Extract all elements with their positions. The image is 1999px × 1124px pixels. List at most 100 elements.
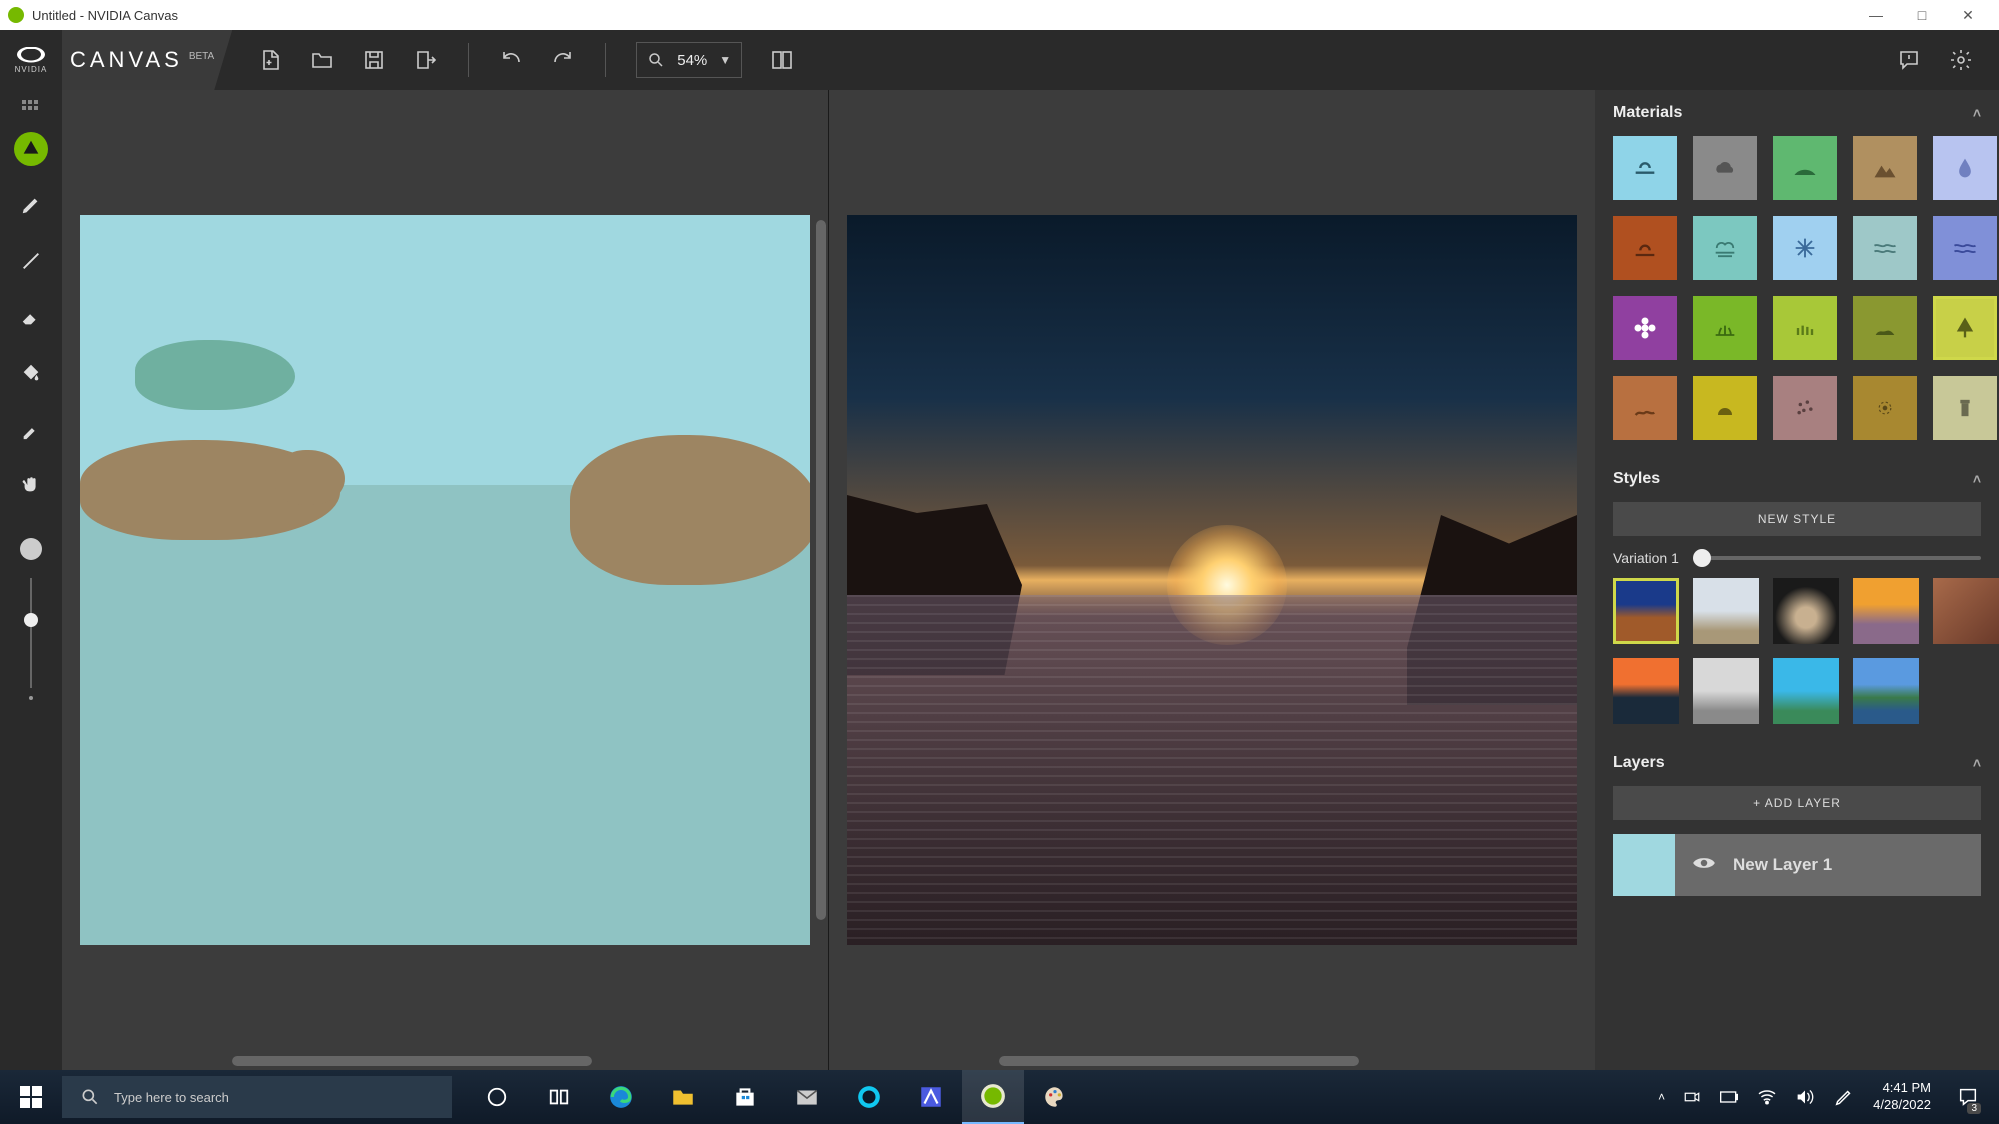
chevron-down-icon: ▼ bbox=[719, 53, 731, 67]
task-cortana-icon[interactable] bbox=[466, 1070, 528, 1124]
material-fog[interactable] bbox=[1693, 216, 1757, 280]
material-mountain[interactable] bbox=[1853, 136, 1917, 200]
chevron-up-icon: ˄ bbox=[1973, 755, 1981, 771]
main-toolbar: NVIDIA CANVAS BETA 54% ▼ bbox=[0, 30, 1999, 90]
material-flower[interactable] bbox=[1613, 296, 1677, 360]
material-gravel[interactable] bbox=[1773, 376, 1837, 440]
material-picker-tool[interactable] bbox=[14, 132, 48, 166]
layer-row[interactable]: New Layer 1 bbox=[1613, 834, 1981, 896]
material-hill[interactable] bbox=[1773, 136, 1837, 200]
fill-tool[interactable] bbox=[14, 356, 48, 390]
zoom-value: 54% bbox=[677, 52, 707, 69]
clock-time: 4:41 PM bbox=[1873, 1080, 1931, 1097]
brush-size-small-icon bbox=[29, 696, 33, 700]
line-tool[interactable] bbox=[14, 244, 48, 278]
materials-header[interactable]: Materials ˄ bbox=[1595, 90, 1999, 136]
material-bush[interactable] bbox=[1773, 296, 1837, 360]
material-mud[interactable] bbox=[1853, 376, 1917, 440]
task-explorer-icon[interactable] bbox=[652, 1070, 714, 1124]
variation-slider[interactable] bbox=[1693, 556, 1981, 560]
material-river[interactable] bbox=[1933, 216, 1997, 280]
tray-wifi-icon[interactable] bbox=[1757, 1089, 1777, 1105]
start-button[interactable] bbox=[0, 1070, 62, 1124]
material-dirt[interactable] bbox=[1613, 216, 1677, 280]
task-paint-icon[interactable] bbox=[1024, 1070, 1086, 1124]
material-rock[interactable] bbox=[1853, 296, 1917, 360]
material-sea[interactable] bbox=[1853, 216, 1917, 280]
toolbar-separator bbox=[605, 43, 606, 77]
style-thumb-3[interactable] bbox=[1773, 578, 1839, 644]
eyedropper-tool[interactable] bbox=[14, 412, 48, 446]
material-sand[interactable] bbox=[1613, 376, 1677, 440]
zoom-dropdown[interactable]: 54% ▼ bbox=[636, 42, 742, 78]
right-panel: Materials ˄ bbox=[1595, 90, 1999, 1070]
material-stone[interactable] bbox=[1933, 376, 1997, 440]
redo-button[interactable] bbox=[551, 48, 575, 72]
style-thumb-4[interactable] bbox=[1853, 578, 1919, 644]
tray-volume-icon[interactable] bbox=[1795, 1088, 1815, 1106]
style-thumb-1[interactable] bbox=[1613, 578, 1679, 644]
styles-grid bbox=[1595, 578, 1999, 740]
add-layer-button[interactable]: + ADD LAYER bbox=[1613, 786, 1981, 820]
task-edge-icon[interactable] bbox=[590, 1070, 652, 1124]
eraser-tool[interactable] bbox=[14, 300, 48, 334]
system-tray: ˄ 4:41 PM 4/28/2022 3 bbox=[1646, 1070, 1999, 1124]
material-sky[interactable] bbox=[1613, 136, 1677, 200]
task-taskview-icon[interactable] bbox=[528, 1070, 590, 1124]
settings-button[interactable] bbox=[1949, 48, 1973, 72]
notifications-button[interactable]: 3 bbox=[1949, 1070, 1987, 1124]
variation-label: Variation 1 bbox=[1613, 550, 1679, 566]
new-style-button[interactable]: NEW STYLE bbox=[1613, 502, 1981, 536]
tray-pen-icon[interactable] bbox=[1833, 1086, 1855, 1108]
style-thumb-7[interactable] bbox=[1693, 658, 1759, 724]
style-thumb-8[interactable] bbox=[1773, 658, 1839, 724]
window-minimize-button[interactable]: — bbox=[1853, 0, 1899, 30]
style-thumb-6[interactable] bbox=[1613, 658, 1679, 724]
tool-rail bbox=[0, 90, 62, 1070]
split-view-button[interactable] bbox=[770, 48, 794, 72]
layer-visibility-toggle[interactable] bbox=[1691, 850, 1717, 881]
material-cloud[interactable] bbox=[1693, 136, 1757, 200]
window-maximize-button[interactable]: □ bbox=[1899, 0, 1945, 30]
tray-battery-icon[interactable] bbox=[1719, 1090, 1739, 1104]
brush-size-large-icon bbox=[20, 538, 42, 560]
task-store-icon[interactable] bbox=[714, 1070, 776, 1124]
material-tree[interactable] bbox=[1933, 296, 1997, 360]
tray-meet-now-icon[interactable] bbox=[1683, 1088, 1701, 1106]
style-thumb-5[interactable] bbox=[1933, 578, 1999, 644]
feedback-button[interactable] bbox=[1897, 48, 1921, 72]
taskbar-clock[interactable]: 4:41 PM 4/28/2022 bbox=[1873, 1080, 1931, 1114]
pan-tool[interactable] bbox=[14, 468, 48, 502]
material-water-drop[interactable] bbox=[1933, 136, 1997, 200]
toolbar-separator bbox=[468, 43, 469, 77]
export-button[interactable] bbox=[414, 48, 438, 72]
segmentation-canvas-pane[interactable] bbox=[62, 90, 828, 1070]
task-mail-icon[interactable] bbox=[776, 1070, 838, 1124]
variation-thumb[interactable] bbox=[1693, 549, 1711, 567]
material-grass[interactable] bbox=[1693, 296, 1757, 360]
render-canvas-pane bbox=[829, 90, 1595, 1070]
brush-size-thumb[interactable] bbox=[24, 613, 38, 627]
layers-header[interactable]: Layers ˄ bbox=[1595, 740, 1999, 786]
tray-chevron-up-icon[interactable]: ˄ bbox=[1658, 1090, 1665, 1104]
window-close-button[interactable]: ✕ bbox=[1945, 0, 1991, 30]
material-snow[interactable] bbox=[1773, 216, 1837, 280]
brush-size-slider[interactable] bbox=[20, 538, 42, 700]
styles-header[interactable]: Styles ˄ bbox=[1595, 456, 1999, 502]
task-app-icon[interactable] bbox=[900, 1070, 962, 1124]
open-file-button[interactable] bbox=[310, 48, 334, 72]
task-alexa-icon[interactable] bbox=[838, 1070, 900, 1124]
brush-tool[interactable] bbox=[14, 188, 48, 222]
style-thumb-2[interactable] bbox=[1693, 578, 1759, 644]
canvas-area bbox=[62, 90, 1595, 1070]
chevron-up-icon: ˄ bbox=[1973, 105, 1981, 121]
task-nvidia-canvas-icon[interactable] bbox=[962, 1070, 1024, 1124]
grip-icon[interactable] bbox=[22, 100, 40, 110]
taskbar-search[interactable]: Type here to search bbox=[62, 1076, 452, 1118]
undo-button[interactable] bbox=[499, 48, 523, 72]
new-file-button[interactable] bbox=[258, 48, 282, 72]
save-button[interactable] bbox=[362, 48, 386, 72]
style-thumb-9[interactable] bbox=[1853, 658, 1919, 724]
materials-title: Materials bbox=[1613, 104, 1682, 122]
material-straw[interactable] bbox=[1693, 376, 1757, 440]
